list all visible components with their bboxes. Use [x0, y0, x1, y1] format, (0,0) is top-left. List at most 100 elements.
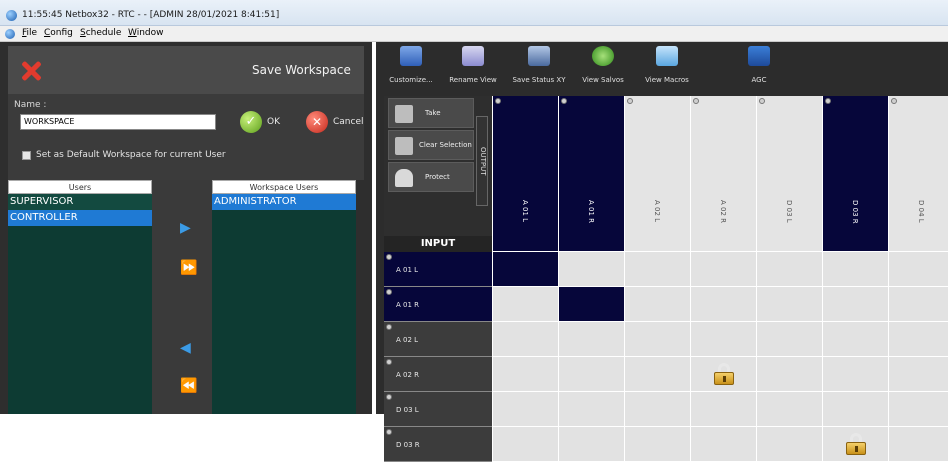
protect-button[interactable]: Protect: [388, 162, 474, 192]
input-row-header[interactable]: A 01 R: [384, 287, 492, 322]
crosspoint-cell[interactable]: [888, 357, 948, 392]
crosspoint-cell[interactable]: [756, 287, 822, 322]
status-dot-icon: [386, 394, 392, 400]
crosspoint-cell[interactable]: [558, 287, 624, 322]
crosspoint-cell[interactable]: [624, 252, 690, 287]
crosspoint-cell[interactable]: [690, 392, 756, 427]
default-workspace-checkbox[interactable]: [22, 150, 31, 160]
customize-button[interactable]: Customize...: [378, 46, 444, 84]
move-all-left-icon[interactable]: ⏪: [180, 378, 197, 394]
menu-window[interactable]: Window: [128, 28, 164, 38]
input-row-header[interactable]: D 03 L: [384, 392, 492, 427]
crosspoint-cell[interactable]: [558, 252, 624, 287]
name-input[interactable]: WORKSPACE: [20, 114, 216, 130]
users-list[interactable]: Users SUPERVISOR CONTROLLER: [8, 180, 152, 414]
crosspoint-cell[interactable]: [822, 322, 888, 357]
crosspoint-cell[interactable]: [492, 287, 558, 322]
crosspoint-cell[interactable]: [822, 287, 888, 322]
cancel-icon: ✕: [306, 111, 328, 133]
input-row-header[interactable]: A 01 L: [384, 252, 492, 287]
crosspoint-cell[interactable]: [492, 427, 558, 462]
output-column[interactable]: D 04 L: [888, 96, 948, 252]
default-workspace-label: Set as Default Workspace for current Use…: [36, 150, 226, 160]
workspace-users-list[interactable]: Workspace Users ADMINISTRATOR: [212, 180, 356, 414]
crosspoint-cell[interactable]: [624, 427, 690, 462]
move-right-icon[interactable]: ▶: [180, 220, 191, 236]
crosspoint-cell[interactable]: [756, 252, 822, 287]
crosspoint-cell[interactable]: [888, 287, 948, 322]
take-button[interactable]: Take: [388, 98, 474, 128]
crosspoint-cell[interactable]: [558, 322, 624, 357]
output-column[interactable]: A 02 R: [690, 96, 756, 252]
crosspoint-cell[interactable]: [690, 357, 756, 392]
crosspoint-cell[interactable]: [690, 287, 756, 322]
crosspoint-cell[interactable]: [756, 427, 822, 462]
crosspoint-cell[interactable]: [756, 357, 822, 392]
input-row-header[interactable]: A 02 R: [384, 357, 492, 392]
agc-label: AGC: [751, 76, 767, 84]
crosspoint-cell[interactable]: [822, 392, 888, 427]
title-bar: 11:55:45 Netbox32 - RTC - - [ADMIN 28/01…: [0, 0, 948, 26]
move-all-right-icon[interactable]: ⏩: [180, 260, 197, 276]
crosspoint-cell[interactable]: [888, 322, 948, 357]
input-header: INPUT: [384, 236, 492, 252]
crosspoint-cell[interactable]: [756, 392, 822, 427]
crosspoint-cell[interactable]: [756, 322, 822, 357]
table-row: D 03 R: [384, 427, 948, 462]
rename-view-button[interactable]: Rename View: [440, 46, 506, 84]
menu-file[interactable]: File: [22, 28, 37, 38]
list-item[interactable]: SUPERVISOR: [8, 194, 152, 210]
output-column[interactable]: A 01 R: [558, 96, 624, 252]
crosspoint-cell[interactable]: [690, 427, 756, 462]
row-label: D 03 L: [396, 406, 419, 414]
crosspoint-cell[interactable]: [492, 357, 558, 392]
output-column[interactable]: A 01 L: [492, 96, 558, 252]
customize-label: Customize...: [389, 76, 433, 84]
column-label: D 03 L: [785, 200, 793, 223]
output-column[interactable]: D 03 L: [756, 96, 822, 252]
crosspoint-cell[interactable]: [558, 427, 624, 462]
clear-selection-button[interactable]: Clear Selection: [388, 130, 474, 160]
menu-schedule[interactable]: Schedule: [80, 28, 121, 38]
app-menu-icon[interactable]: [5, 29, 15, 39]
crosspoint-cell[interactable]: [888, 427, 948, 462]
default-workspace-option[interactable]: Set as Default Workspace for current Use…: [22, 150, 226, 160]
crosspoint-cell[interactable]: [822, 357, 888, 392]
menu-config[interactable]: Config: [44, 28, 73, 38]
move-left-icon[interactable]: ◀: [180, 340, 191, 356]
output-column[interactable]: D 03 R: [822, 96, 888, 252]
crosspoint-cell[interactable]: [822, 252, 888, 287]
panel-title: Save Workspace: [252, 63, 351, 77]
crosspoint-cell[interactable]: [624, 392, 690, 427]
crosspoint-cell[interactable]: [492, 322, 558, 357]
crosspoint-cell[interactable]: [690, 322, 756, 357]
view-macros-button[interactable]: View Macros: [634, 46, 700, 84]
view-salvos-button[interactable]: View Salvos: [570, 46, 636, 84]
crosspoint-cell[interactable]: [690, 252, 756, 287]
crosspoint-cell[interactable]: [888, 392, 948, 427]
crosspoint-cell[interactable]: [888, 252, 948, 287]
cancel-button[interactable]: ✕ Cancel: [306, 110, 364, 134]
crosspoint-cell[interactable]: [558, 357, 624, 392]
crosspoint-cell[interactable]: [822, 427, 888, 462]
close-icon[interactable]: [20, 60, 42, 82]
view-macros-label: View Macros: [645, 76, 689, 84]
agc-button[interactable]: AGC: [726, 46, 792, 84]
input-row-header[interactable]: A 02 L: [384, 322, 492, 357]
table-row: A 02 R: [384, 357, 948, 392]
crosspoint-cell[interactable]: [558, 392, 624, 427]
crosspoint-cell[interactable]: [624, 287, 690, 322]
ok-button[interactable]: ✓ OK: [240, 110, 280, 134]
status-dot-icon: [386, 289, 392, 295]
crosspoint-cell[interactable]: [624, 357, 690, 392]
crosspoint-cell[interactable]: [492, 392, 558, 427]
input-row-header[interactable]: D 03 R: [384, 427, 492, 462]
save-status-button[interactable]: Save Status XY: [506, 46, 572, 84]
status-dot-icon: [386, 254, 392, 260]
crosspoint-cell[interactable]: [492, 252, 558, 287]
list-item[interactable]: CONTROLLER: [8, 210, 152, 226]
output-column[interactable]: A 02 L: [624, 96, 690, 252]
column-label: A 01 R: [587, 200, 595, 224]
list-item[interactable]: ADMINISTRATOR: [212, 194, 356, 210]
crosspoint-cell[interactable]: [624, 322, 690, 357]
